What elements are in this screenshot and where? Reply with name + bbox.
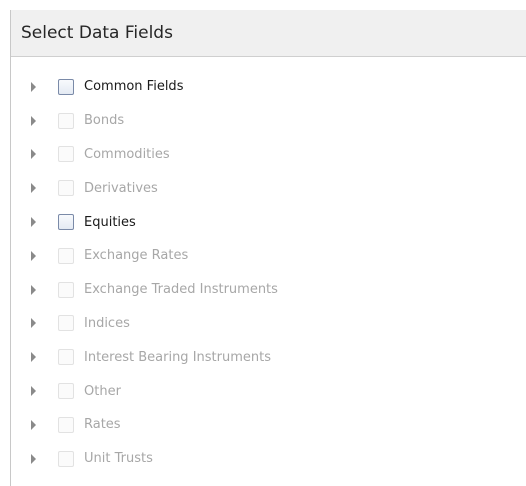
common-fields-checkbox[interactable] (58, 78, 74, 95)
tree-node-label: Common Fields (84, 79, 184, 95)
expand-arrow-icon[interactable] (31, 250, 36, 261)
expand-arrow-icon[interactable] (31, 453, 36, 464)
expand-arrow-icon[interactable] (31, 318, 36, 329)
equities-checkbox[interactable] (58, 214, 74, 231)
expand-arrow-icon[interactable] (31, 386, 36, 397)
unit-trusts-checkbox (58, 450, 74, 467)
expand-arrow-icon[interactable] (31, 115, 36, 126)
tree-node-equities[interactable]: Equities (11, 205, 526, 239)
tree-node-common-fields[interactable]: Common Fields (11, 70, 526, 104)
tree-node-other[interactable]: Other (11, 374, 526, 408)
tree-node-bonds[interactable]: Bonds (11, 104, 526, 138)
derivatives-checkbox (58, 180, 74, 197)
data-fields-tree: Common Fields Bonds Commodities Derivatives… (11, 57, 526, 476)
tree-node-unit-trusts[interactable]: Unit Trusts (11, 442, 526, 476)
tree-node-label: Equities (84, 214, 136, 230)
tree-node-label: Exchange Rates (84, 248, 189, 264)
tree-node-label: Commodities (84, 146, 170, 162)
tree-node-label: Bonds (84, 113, 125, 129)
rates-checkbox (58, 416, 74, 433)
expand-arrow-icon[interactable] (31, 419, 36, 430)
panel-title: Select Data Fields (21, 23, 173, 43)
tree-node-interest-bearing-instruments[interactable]: Interest Bearing Instruments (11, 340, 526, 374)
tree-node-label: Exchange Traded Instruments (84, 282, 278, 298)
tree-node-label: Rates (84, 417, 121, 433)
other-checkbox (58, 383, 74, 400)
tree-node-exchange-traded-instruments[interactable]: Exchange Traded Instruments (11, 273, 526, 307)
interest-bearing-instruments-checkbox (58, 349, 74, 366)
select-data-fields-panel: Select Data Fields Common Fields Bonds Com… (10, 10, 526, 486)
expand-arrow-icon[interactable] (31, 217, 36, 228)
tree-node-exchange-rates[interactable]: Exchange Rates (11, 239, 526, 273)
tree-node-rates[interactable]: Rates (11, 408, 526, 442)
commodities-checkbox (58, 146, 74, 163)
tree-node-label: Unit Trusts (84, 451, 153, 467)
bonds-checkbox (58, 112, 74, 129)
expand-arrow-icon[interactable] (31, 149, 36, 160)
expand-arrow-icon[interactable] (31, 183, 36, 194)
exchange-rates-checkbox (58, 247, 74, 264)
tree-node-label: Derivatives (84, 180, 158, 196)
panel-header: Select Data Fields (11, 10, 526, 57)
tree-node-label: Interest Bearing Instruments (84, 349, 271, 365)
tree-node-commodities[interactable]: Commodities (11, 138, 526, 172)
exchange-traded-instruments-checkbox (58, 281, 74, 298)
expand-arrow-icon[interactable] (31, 81, 36, 92)
indices-checkbox (58, 315, 74, 332)
expand-arrow-icon[interactable] (31, 352, 36, 363)
expand-arrow-icon[interactable] (31, 284, 36, 295)
tree-node-indices[interactable]: Indices (11, 307, 526, 341)
tree-node-label: Indices (84, 315, 130, 331)
tree-node-derivatives[interactable]: Derivatives (11, 171, 526, 205)
tree-node-label: Other (84, 383, 121, 399)
